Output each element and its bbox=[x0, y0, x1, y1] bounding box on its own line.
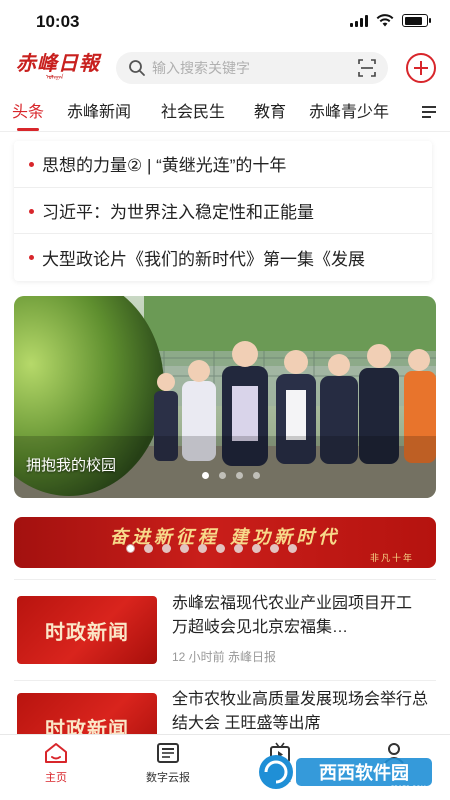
nav-digital-paper[interactable]: 数字云报 bbox=[128, 741, 208, 785]
carousel-indicator bbox=[202, 472, 260, 479]
promo-banner[interactable]: 奋进新征程 建功新时代 非凡十年 bbox=[14, 517, 436, 568]
nav-label: 主页 bbox=[45, 772, 67, 784]
news-thumbnail: 时政新闻 bbox=[17, 596, 157, 664]
banner-dot bbox=[270, 544, 279, 553]
tab-society[interactable]: 社会民生 bbox=[161, 98, 225, 122]
headline-title: 大型政论片《我们的新时代》第一集《发展 bbox=[42, 249, 365, 269]
news-title: 全市农牧业高质量发展现场会举行总结大会 王旺盛等出席 bbox=[172, 691, 429, 732]
cellular-signal-icon bbox=[350, 14, 368, 27]
banner-dot bbox=[216, 544, 225, 553]
app-header: 赤峰日報 ᠤᠯᠠᠭᠠᠨ bbox=[0, 46, 450, 90]
active-tab-indicator bbox=[17, 128, 39, 131]
headline-item[interactable]: 大型政论片《我们的新时代》第一集《发展 bbox=[14, 234, 432, 281]
banner-dot bbox=[198, 544, 207, 553]
site-watermark: 西西软件园 CR173.COM bbox=[259, 755, 432, 792]
search-icon bbox=[122, 52, 152, 84]
banner-dot bbox=[288, 544, 297, 553]
photo-carousel[interactable]: 拥抱我的校园 bbox=[14, 296, 436, 498]
tab-menu-icon[interactable] bbox=[422, 106, 436, 118]
watermark-subtext: CR173.COM bbox=[390, 785, 426, 792]
status-bar: 10:03 bbox=[0, 0, 450, 44]
tab-chifeng-news[interactable]: 赤峰新闻 bbox=[67, 98, 131, 122]
news-title: 赤峰宏福现代农业产业园项目开工 万超岐会见北京宏福集… bbox=[172, 595, 413, 636]
search-input[interactable] bbox=[152, 60, 342, 76]
carousel-dot bbox=[202, 472, 209, 479]
banner-dot bbox=[234, 544, 243, 553]
thumbnail-label: 时政新闻 bbox=[45, 620, 129, 644]
tab-headlines[interactable]: 头条 bbox=[12, 98, 44, 122]
divider bbox=[14, 680, 436, 681]
bullet-dot bbox=[29, 162, 34, 167]
carousel-dot bbox=[236, 472, 243, 479]
news-item[interactable]: 时政新闻 赤峰宏福现代农业产业园项目开工 万超岐会见北京宏福集… 12 小时前 … bbox=[0, 584, 450, 680]
home-icon bbox=[45, 743, 67, 763]
app-logo: 赤峰日報 ᠤᠯᠠᠭᠠᠨ bbox=[16, 52, 104, 84]
battery-icon bbox=[402, 14, 431, 27]
carousel-dot bbox=[219, 472, 226, 479]
logo-subtext: ᠤᠯᠠᠭᠠᠨ bbox=[46, 75, 64, 81]
nav-home[interactable]: 主页 bbox=[16, 741, 96, 785]
nav-label: 数字云报 bbox=[146, 772, 190, 784]
banner-indicator bbox=[126, 544, 297, 553]
add-button[interactable] bbox=[406, 53, 436, 83]
headline-item[interactable]: 思想的力量② | “黄继光连”的十年 bbox=[14, 141, 432, 188]
bullet-dot bbox=[29, 208, 34, 214]
bullet-dot bbox=[29, 255, 34, 261]
banner-dot bbox=[126, 544, 135, 553]
banner-dot bbox=[252, 544, 261, 553]
headline-title: 思想的力量② | “黄继光连”的十年 bbox=[42, 156, 287, 176]
banner-dot bbox=[144, 544, 153, 553]
newspaper-icon bbox=[157, 743, 179, 763]
headline-item[interactable]: 习近平：为世界注入稳定性和正能量 bbox=[14, 188, 432, 235]
tab-education[interactable]: 教育 bbox=[254, 98, 286, 122]
headline-title: 习近平：为世界注入稳定性和正能量 bbox=[42, 202, 314, 222]
status-icons bbox=[350, 14, 431, 27]
search-bar[interactable] bbox=[116, 52, 388, 84]
category-tabs: 头条 赤峰新闻 社会民生 教育 赤峰青少年 bbox=[0, 92, 450, 132]
news-meta: 12 小时前 赤峰日报 bbox=[172, 650, 277, 664]
tab-chifeng-youth[interactable]: 赤峰青少年 bbox=[309, 98, 389, 122]
divider bbox=[14, 579, 436, 580]
banner-dot bbox=[180, 544, 189, 553]
logo-text: 赤峰日報 bbox=[16, 51, 100, 75]
wifi-icon bbox=[376, 14, 394, 27]
carousel-caption: 拥抱我的校园 bbox=[26, 457, 117, 474]
headline-list: 思想的力量② | “黄继光连”的十年 习近平：为世界注入稳定性和正能量 大型政论… bbox=[14, 141, 432, 281]
plus-icon bbox=[414, 61, 428, 75]
watermark-text: 西西软件园 bbox=[319, 762, 409, 784]
scan-icon[interactable] bbox=[358, 59, 376, 77]
banner-dot bbox=[162, 544, 171, 553]
status-time: 10:03 bbox=[36, 12, 80, 31]
banner-subtitle: 非凡十年 bbox=[369, 554, 414, 564]
carousel-dot bbox=[253, 472, 260, 479]
